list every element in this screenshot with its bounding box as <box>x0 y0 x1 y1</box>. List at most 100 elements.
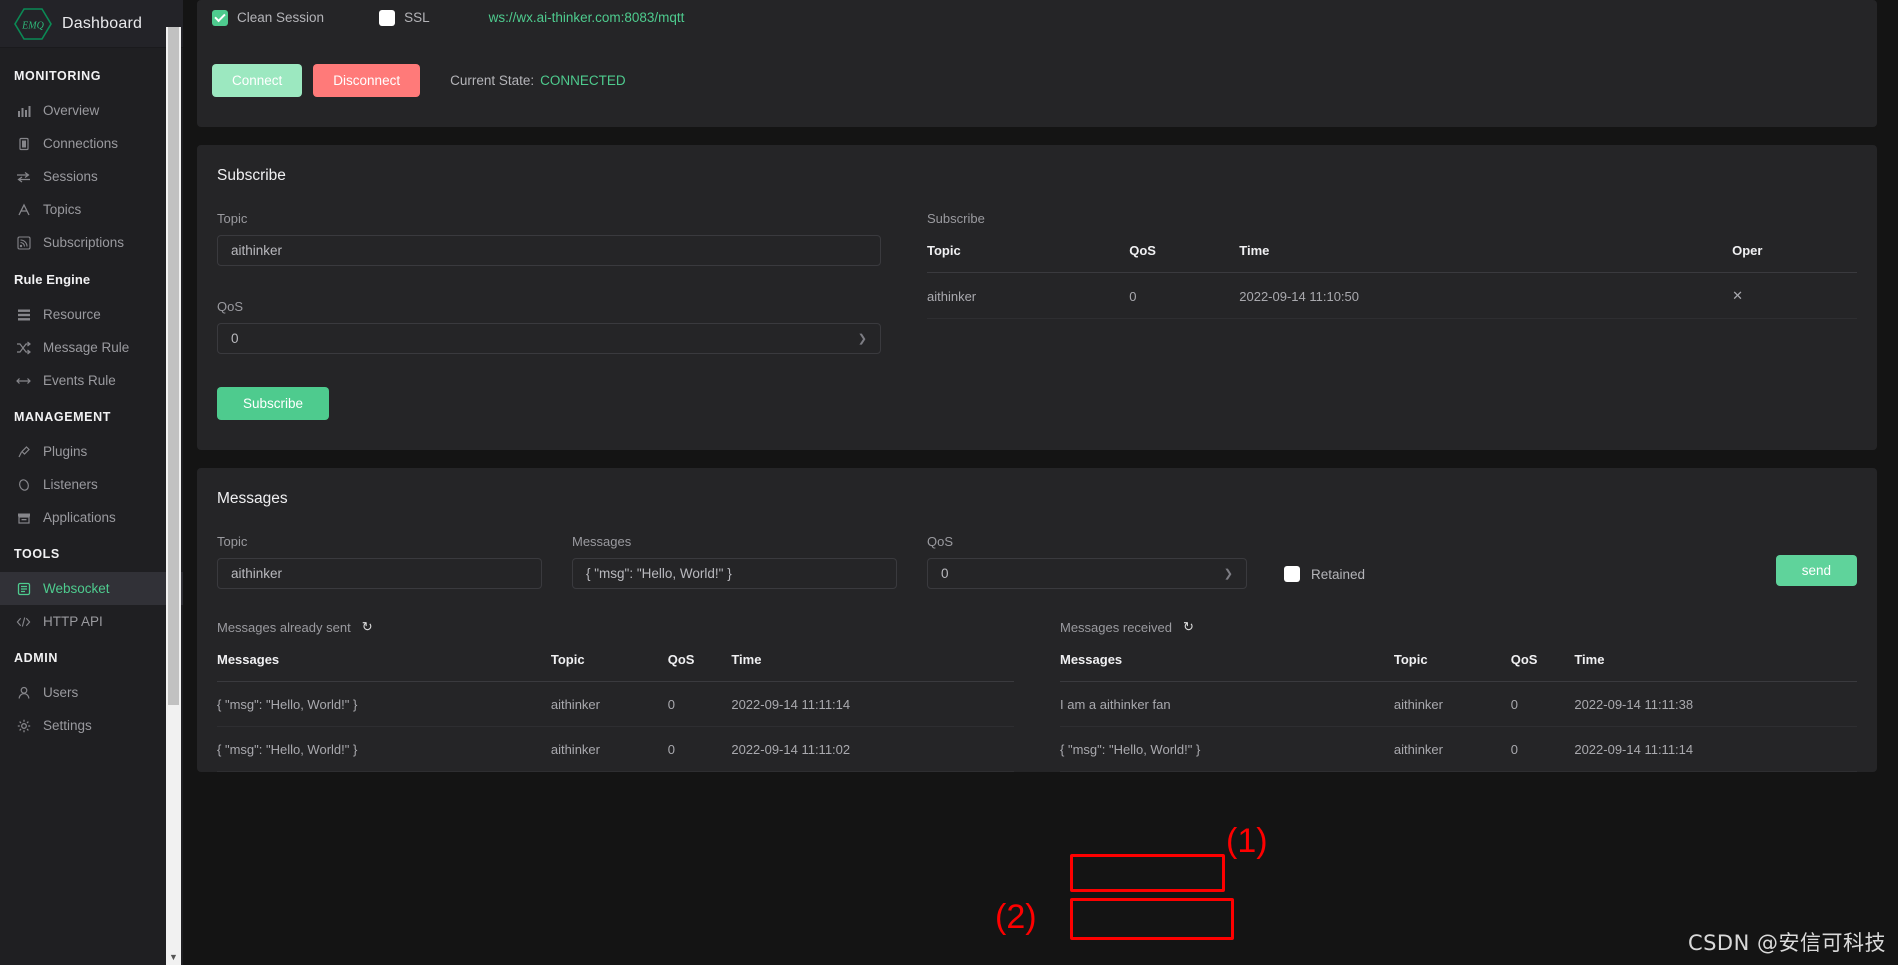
received-messages-section: Messages received ↻ Messages Topic QoS Time… <box>1060 619 1857 772</box>
publish-topic-label: Topic <box>217 534 248 549</box>
sidebar-item-label: Topics <box>43 202 82 217</box>
sent-cell-topic: aithinker <box>550 726 668 772</box>
publish-qos-select[interactable]: 0 ❯ <box>927 558 1247 589</box>
subscribe-qos-select[interactable]: 0 ❯ <box>217 323 881 354</box>
publish-message-input[interactable] <box>572 558 897 589</box>
received-messages-caption-text: Messages received <box>1060 619 1172 635</box>
sidebar-item-label: HTTP API <box>43 614 103 629</box>
received-messages-caption: Messages received ↻ <box>1060 619 1857 635</box>
subscribe-col-topic: Topic <box>927 243 1130 273</box>
received-cell-qos: 0 <box>1510 726 1575 772</box>
sidebar-item-label: Sessions <box>43 169 98 184</box>
user-icon <box>16 685 31 700</box>
received-cell-topic: aithinker <box>1393 681 1511 727</box>
publish-row: Topic Messages QoS 0 ❯ <box>217 534 1857 589</box>
sidebar-item-label: Subscriptions <box>43 235 125 250</box>
refresh-icon[interactable]: ↻ <box>1183 619 1194 635</box>
subscribe-qos-label: QoS <box>217 299 244 314</box>
received-col-topic: Topic <box>1393 652 1511 682</box>
received-col-time: Time <box>1574 652 1857 682</box>
publish-qos-value: 0 <box>941 566 949 581</box>
received-cell-time: 2022-09-14 11:11:38 <box>1574 681 1857 727</box>
send-button[interactable]: send <box>1775 555 1857 586</box>
subscribe-title: Subscribe <box>217 167 286 184</box>
current-state-value: CONNECTED <box>540 73 626 88</box>
table-row: { "msg": "Hello, World!" } aithinker 0 2022… <box>217 726 1014 772</box>
shuffle-icon <box>16 340 31 355</box>
sent-col-time: Time <box>731 652 1014 682</box>
sidebar-item-message-rule[interactable]: Message Rule <box>0 331 183 364</box>
brand-title: Dashboard <box>62 14 143 32</box>
refresh-icon[interactable]: ↻ <box>362 619 373 635</box>
sidebar-item-users[interactable]: Users <box>0 676 183 709</box>
sent-col-topic: Topic <box>550 652 668 682</box>
brand-header: EMQ Dashboard <box>0 0 183 48</box>
received-col-messages: Messages <box>1060 652 1394 682</box>
scroll-down-arrow-icon[interactable]: ▼ <box>166 948 181 965</box>
subscribe-topic-label: Topic <box>217 211 248 226</box>
sidebar-item-topics[interactable]: Topics <box>0 193 183 226</box>
retained-checkbox[interactable] <box>1284 566 1300 582</box>
code-icon <box>16 614 31 629</box>
sidebar-group-tools: TOOLS <box>14 547 60 561</box>
sidebar-item-sessions[interactable]: Sessions <box>0 160 183 193</box>
retained-field: Retained <box>1284 566 1365 589</box>
received-cell-message: I am a aithinker fan <box>1060 681 1394 727</box>
broker-url: ws://wx.ai-thinker.com:8083/mqtt <box>488 10 685 25</box>
received-table-header-row: Messages Topic QoS Time <box>1060 652 1857 682</box>
table-row: aithinker 0 2022-09-14 11:10:50 ✕ <box>927 272 1857 319</box>
websocket-icon <box>16 581 31 596</box>
subscribe-cell-oper[interactable]: ✕ <box>1732 272 1857 319</box>
archive-icon <box>16 510 31 525</box>
sidebar-item-label: Settings <box>43 718 92 733</box>
messages-card: Messages Topic Messages QoS 0 <box>197 468 1877 772</box>
sidebar-group-management: MANAGEMENT <box>14 410 111 424</box>
clean-session-checkbox[interactable] <box>212 9 228 26</box>
subscribe-button[interactable]: Subscribe <box>217 387 330 420</box>
subscribe-card: Subscribe Topic QoS 0 ❯ Su <box>197 145 1877 450</box>
sidebar-item-subscriptions[interactable]: Subscriptions <box>0 226 183 259</box>
sidebar-item-applications[interactable]: Applications <box>0 501 183 534</box>
sent-messages-section: Messages already sent ↻ Messages Topic QoS… <box>217 619 1014 772</box>
sidebar-item-listeners[interactable]: Listeners <box>0 468 183 501</box>
subscribe-qos-value: 0 <box>231 331 239 346</box>
subscribe-col-time: Time <box>1239 243 1733 273</box>
plug-icon <box>16 444 31 459</box>
gear-icon <box>16 718 31 733</box>
sidebar-item-settings[interactable]: Settings <box>0 709 183 742</box>
ssl-checkbox[interactable] <box>379 9 396 26</box>
sent-cell-topic: aithinker <box>550 681 668 727</box>
current-state-label: Current State: <box>450 73 535 88</box>
sidebar-item-label: Applications <box>43 510 116 525</box>
disconnect-button[interactable]: Disconnect <box>313 64 421 97</box>
sidebar-item-overview[interactable]: Overview <box>0 94 183 127</box>
connection-card: Clean Session SSL ws://wx.ai-thinker.com… <box>197 0 1877 127</box>
sidebar-item-http-api[interactable]: HTTP API <box>0 605 183 638</box>
sidebar-item-resource[interactable]: Resource <box>0 298 183 331</box>
arrows-horizontal-icon <box>16 373 31 388</box>
sidebar-scrollbar-thumb[interactable] <box>168 27 179 705</box>
messages-title: Messages <box>217 490 288 507</box>
subscribe-topic-input[interactable] <box>217 235 881 266</box>
exchange-arrows-icon <box>16 169 31 184</box>
publish-message-label: Messages <box>572 534 632 549</box>
sent-messages-caption: Messages already sent ↻ <box>217 619 1014 635</box>
received-cell-time: 2022-09-14 11:11:14 <box>1574 726 1857 772</box>
sent-table-header-row: Messages Topic QoS Time <box>217 652 1014 682</box>
sent-cell-message: { "msg": "Hello, World!" } <box>217 681 551 727</box>
sidebar-item-connections[interactable]: Connections <box>0 127 183 160</box>
sidebar-item-websocket[interactable]: Websocket <box>0 572 183 605</box>
sidebar-item-events-rule[interactable]: Events Rule <box>0 364 183 397</box>
scrollbar-top-cap <box>166 0 181 27</box>
connect-button[interactable]: Connect <box>212 64 303 97</box>
publish-qos-label: QoS <box>927 534 954 549</box>
message-tables-row: Messages already sent ↻ Messages Topic QoS… <box>197 589 1877 772</box>
sent-cell-qos: 0 <box>667 726 732 772</box>
sidebar-item-plugins[interactable]: Plugins <box>0 435 183 468</box>
sidebar-scrollbar[interactable]: ▼ <box>166 27 181 965</box>
publish-topic-input[interactable] <box>217 558 542 589</box>
table-row: { "msg": "Hello, World!" } aithinker 0 2022… <box>217 681 1014 727</box>
sent-cell-qos: 0 <box>667 681 732 727</box>
subscribe-qos-field: QoS 0 ❯ <box>217 299 881 354</box>
sent-col-messages: Messages <box>217 652 551 682</box>
